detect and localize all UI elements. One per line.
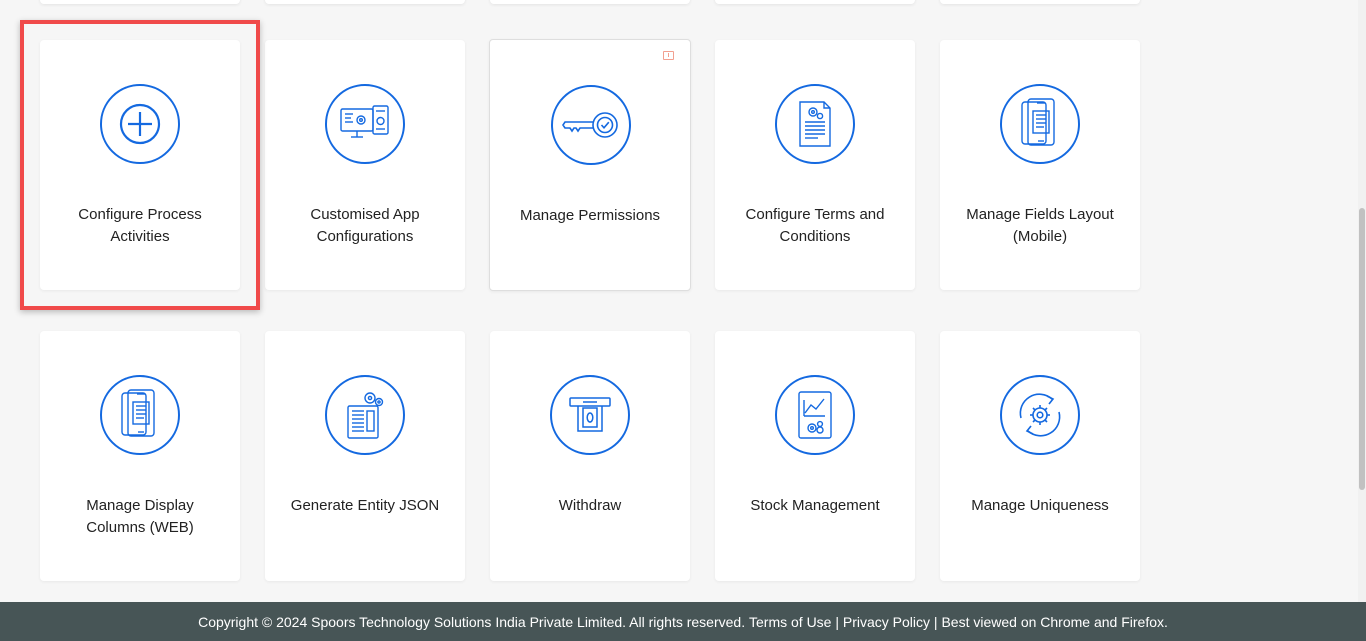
card-withdraw[interactable]: Withdraw [490, 331, 690, 581]
privacy-policy-link[interactable]: Privacy Policy [843, 614, 930, 630]
card-label: Generate Entity JSON [290, 497, 440, 514]
atm-withdraw-icon [550, 375, 630, 455]
card-partial[interactable] [40, 0, 240, 4]
card-manage-uniqueness[interactable]: Manage Uniqueness [940, 331, 1140, 581]
plus-circle-icon [100, 84, 180, 164]
card-label: Configure Process Activities [78, 206, 202, 245]
card-label: Stock Management [750, 497, 880, 514]
scrollbar-thumb[interactable] [1359, 208, 1365, 490]
card-manage-fields-layout-mobile[interactable]: Manage Fields Layout (Mobile) [940, 40, 1140, 290]
card-stock-management[interactable]: Stock Management [715, 331, 915, 581]
terms-of-use-link[interactable]: Terms of Use [749, 614, 831, 630]
card-label: Withdraw [558, 497, 622, 514]
card-generate-entity-json[interactable]: Generate Entity JSON [265, 331, 465, 581]
footer: Copyright © 2024 Spoors Technology Solut… [0, 602, 1366, 641]
chart-document-icon [775, 375, 855, 455]
gear-refresh-icon [1000, 375, 1080, 455]
footer-copyright: Copyright © 2024 Spoors Technology Solut… [198, 613, 749, 630]
mobile-document-icon [100, 375, 180, 455]
card-manage-display-columns-web[interactable]: Manage Display Columns (WEB) [40, 331, 240, 581]
key-icon [551, 85, 631, 165]
card-configure-process-activities[interactable]: Configure Process Activities [40, 40, 240, 290]
card-label: Configure Terms and Conditions [745, 206, 885, 245]
card-customised-app-configurations[interactable]: Customised App Configurations [265, 40, 465, 290]
comment-icon[interactable] [663, 51, 674, 60]
scrollbar-track[interactable] [1358, 0, 1366, 602]
card-manage-permissions[interactable]: Manage Permissions [489, 39, 691, 291]
card-label: Manage Display Columns (WEB) [86, 497, 194, 536]
card-partial[interactable] [715, 0, 915, 4]
card-configure-terms-and-conditions[interactable]: Configure Terms and Conditions [715, 40, 915, 290]
devices-settings-icon [325, 84, 405, 164]
card-partial[interactable] [265, 0, 465, 4]
card-label: Manage Fields Layout (Mobile) [966, 206, 1114, 245]
card-label: Customised App Configurations [310, 206, 420, 245]
document-settings-icon [775, 84, 855, 164]
footer-browser-note: Best viewed on Chrome and Firefox. [941, 613, 1168, 630]
footer-separator: | [831, 613, 843, 630]
footer-separator: | [930, 613, 942, 630]
card-partial[interactable] [490, 0, 690, 4]
mobile-document-icon [1000, 84, 1080, 164]
card-partial[interactable] [940, 0, 1140, 4]
card-label: Manage Permissions [519, 207, 661, 224]
card-label: Manage Uniqueness [971, 497, 1109, 514]
document-gears-icon [325, 375, 405, 455]
